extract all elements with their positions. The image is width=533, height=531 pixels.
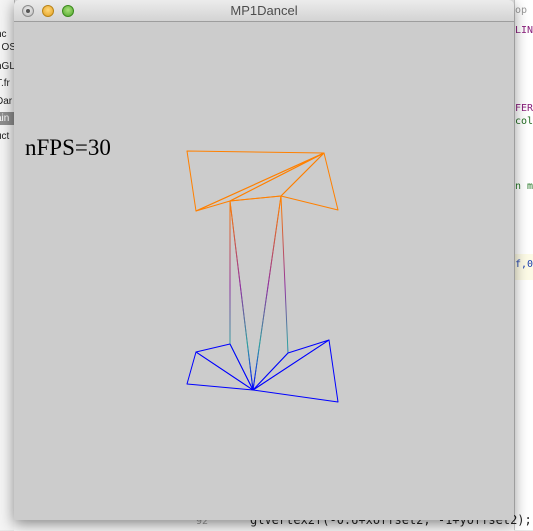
background-nav-item: uct [0,131,10,142]
background-nav-item: nc [0,29,7,40]
background-nav-item: Dar [0,96,13,107]
app-window: MP1Dancel nFPS=30 [14,0,514,520]
fps-counter: nFPS=30 [25,135,111,160]
background-code-fragment: f,0 [515,259,533,270]
bottom-triangle [195,343,254,391]
background-code-fragment: col [515,116,533,127]
body-triangle [229,195,282,391]
dance-figure [186,150,339,403]
background-code-fragment: LIN [515,25,533,36]
bottom-triangle [252,339,339,403]
background-file-navigator: nc , OS nGL T.fr Dar ain uct [0,0,15,530]
body-triangle [252,195,289,391]
opengl-canvas[interactable]: nFPS=30 [14,23,514,520]
window-title: MP1Dancel [230,3,298,18]
background-code-fragment: op [515,5,528,16]
triangle-mesh [186,150,339,403]
background-code-fragment: FER [515,103,533,114]
background-nav-item: nGL [0,61,14,72]
top-triangle [280,152,339,211]
window-titlebar[interactable]: MP1Dancel [14,0,514,22]
background-nav-item: ain [0,112,14,125]
top-triangle [229,152,325,202]
background-nav-item: T.fr [0,78,10,89]
background-nav-item: , OS [0,42,14,53]
background-code-editor: op LIN FER col n m f,0 [514,0,533,530]
background-code-fragment: n m [515,181,533,192]
